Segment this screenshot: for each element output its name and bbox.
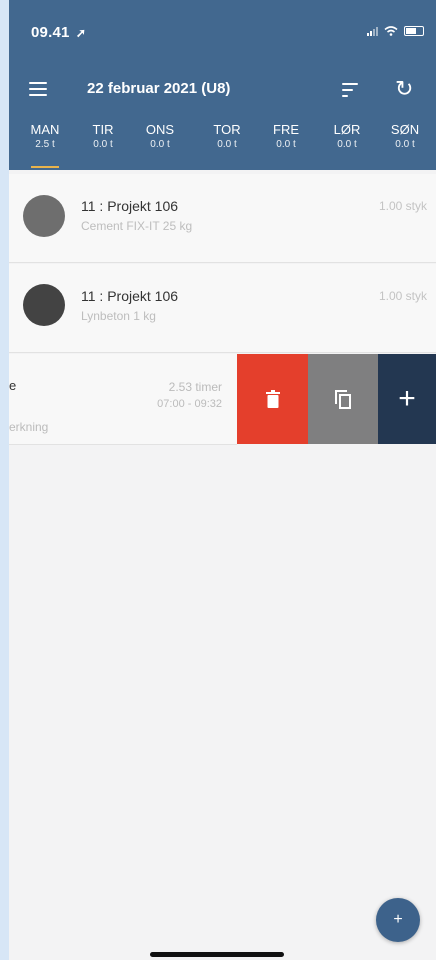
tab-day-fri[interactable]: FRE 0.0 t [268, 122, 304, 150]
entry-title: 11 : Projekt 106 [81, 198, 179, 214]
tab-day-sun[interactable]: SØN 0.0 t [385, 122, 425, 150]
status-bar: 09.41 ➚ [31, 24, 86, 41]
entry-title: 11 : Projekt 106 [81, 288, 179, 304]
location-icon: ➚ [75, 26, 87, 40]
app-screen: 09.41 ➚ 22 februar 2021 (U8) ↻ MAN 2.5 t… [9, 0, 436, 960]
plus-icon: + [393, 911, 403, 928]
avatar [23, 195, 65, 237]
menu-icon[interactable] [29, 82, 47, 96]
copy-icon [335, 390, 351, 409]
tab-day-thu[interactable]: TOR 0.0 t [207, 122, 247, 150]
swiped-list-item[interactable]: e erkning 2.53 timer 07:00 - 09:32 [9, 354, 237, 445]
entry-time-range: 07:00 - 09:32 [157, 398, 222, 410]
wifi-icon [384, 26, 398, 36]
tab-day-wed[interactable]: ONS 0.0 t [140, 122, 180, 150]
list-item[interactable]: 11 : Projekt 106 Lynbeton 1 kg 1.00 styk [9, 264, 436, 353]
battery-icon [404, 26, 424, 36]
trash-icon [265, 390, 280, 408]
status-time: 09.41 [31, 24, 70, 41]
tab-day-tue[interactable]: TIR 0.0 t [85, 122, 121, 150]
plus-icon: + [398, 382, 416, 415]
toolbar: 22 februar 2021 (U8) ↻ [9, 74, 436, 108]
copy-button[interactable] [308, 354, 378, 444]
entry-note: erkning [9, 420, 49, 434]
status-icons [367, 26, 424, 36]
day-tabs: MAN 2.5 t TIR 0.0 t ONS 0.0 t TOR 0.0 t … [9, 122, 436, 168]
entry-hours: 2.53 timer [168, 380, 222, 394]
list-item[interactable]: 11 : Projekt 106 Cement FIX-IT 25 kg 1.0… [9, 174, 436, 263]
add-button[interactable]: + [378, 354, 436, 444]
app-header: 09.41 ➚ 22 februar 2021 (U8) ↻ MAN 2.5 t… [9, 0, 436, 170]
sort-icon[interactable] [342, 83, 358, 97]
avatar [23, 284, 65, 326]
signal-icon [367, 26, 378, 36]
add-entry-fab[interactable]: + [376, 898, 420, 942]
home-indicator [150, 952, 284, 957]
entry-subtitle: Lynbeton 1 kg [81, 309, 156, 323]
tab-day-mon[interactable]: MAN 2.5 t [23, 122, 67, 168]
refresh-icon[interactable]: ↻ [395, 76, 413, 102]
tab-day-sat[interactable]: LØR 0.0 t [329, 122, 365, 150]
entry-quantity: 1.00 styk [378, 199, 427, 213]
entry-subtitle: Cement FIX-IT 25 kg [81, 219, 193, 233]
delete-button[interactable] [237, 354, 308, 444]
entry-title: e [9, 378, 17, 393]
week-date-title[interactable]: 22 februar 2021 (U8) [87, 80, 230, 97]
entry-quantity: 1.00 styk [378, 289, 427, 303]
